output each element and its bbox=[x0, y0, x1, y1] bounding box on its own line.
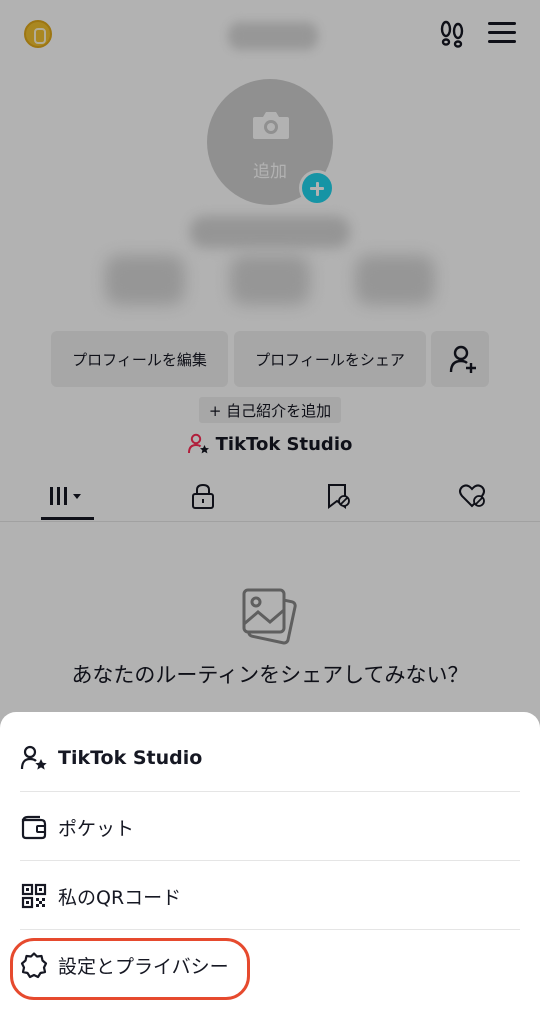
qr-code-icon bbox=[21, 883, 47, 909]
divider bbox=[20, 929, 520, 930]
sheet-item-tiktok-studio[interactable]: TikTok Studio bbox=[0, 724, 540, 792]
sheet-item-label: TikTok Studio bbox=[58, 747, 203, 769]
highlight-annotation-ring bbox=[10, 938, 250, 1000]
sheet-item-label: ポケット bbox=[58, 817, 135, 840]
divider bbox=[20, 791, 520, 792]
divider bbox=[20, 860, 520, 861]
sheet-item-label: 私のQRコード bbox=[58, 886, 182, 909]
sheet-item-qr-code[interactable]: 私のQRコード bbox=[0, 862, 540, 930]
wallet-icon bbox=[21, 815, 47, 840]
person-star-icon bbox=[20, 745, 47, 770]
sheet-item-pocket[interactable]: ポケット bbox=[0, 793, 540, 861]
